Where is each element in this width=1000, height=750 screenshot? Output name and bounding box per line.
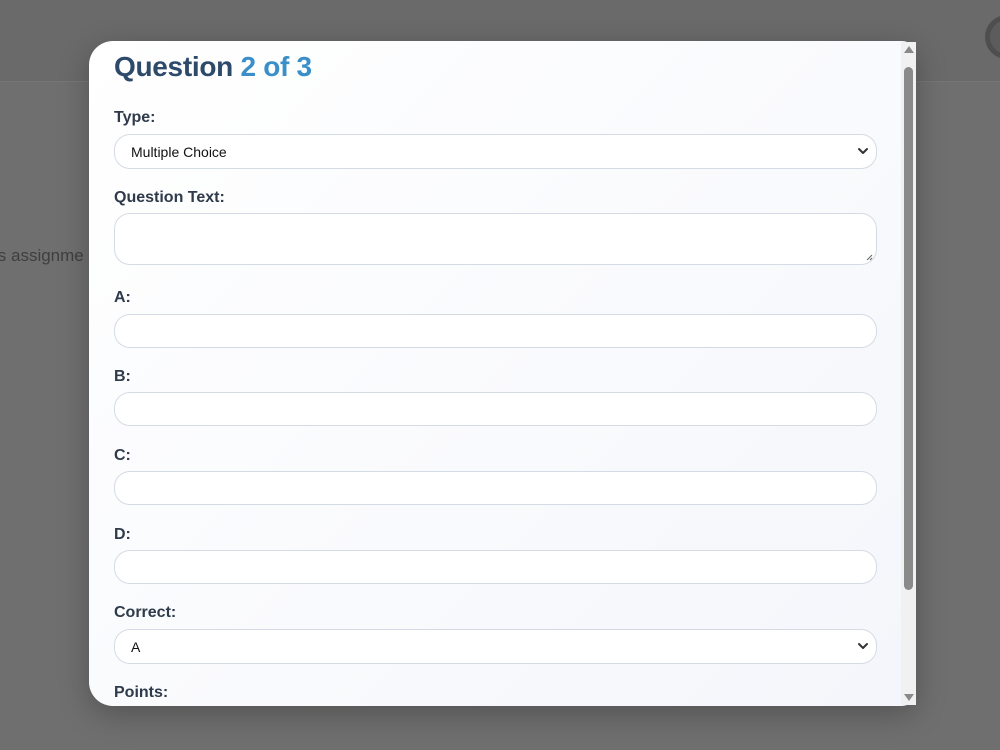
option-b-input[interactable] [114, 392, 877, 426]
chevron-down-icon [858, 148, 868, 154]
correct-label: Correct: [114, 604, 177, 621]
points-label: Points: [114, 684, 169, 701]
question-editor-modal: Question 2 of 3 Type: Multiple Choice Qu… [89, 41, 916, 706]
type-label: Type: [114, 109, 156, 126]
scroll-up-button[interactable] [901, 42, 916, 57]
option-b-label: B: [114, 368, 131, 385]
page-title: Question 2 of 3 [114, 51, 312, 83]
arrow-down-icon [903, 694, 914, 701]
modal-content: Question 2 of 3 Type: Multiple Choice Qu… [89, 41, 902, 706]
type-select[interactable]: Multiple Choice [114, 134, 877, 169]
title-of: of [263, 51, 290, 82]
scrollbar-thumb[interactable] [904, 67, 913, 590]
title-current: 2 [240, 51, 256, 82]
option-c-input[interactable] [114, 471, 877, 505]
correct-select[interactable]: A [114, 629, 877, 664]
option-d-input[interactable] [114, 550, 877, 584]
title-total: 3 [296, 51, 313, 82]
scroll-down-button[interactable] [901, 690, 916, 705]
option-d-label: D: [114, 526, 131, 543]
type-select-value: Multiple Choice [131, 143, 227, 160]
chevron-down-icon [858, 643, 868, 649]
title-prefix: Question [114, 51, 233, 82]
arrow-up-icon [903, 46, 914, 53]
correct-select-value: A [131, 638, 141, 655]
option-a-label: A: [114, 289, 131, 306]
modal-scrollbar[interactable] [901, 42, 916, 705]
background-text: ls assignme [0, 246, 84, 265]
option-c-label: C: [114, 447, 131, 464]
question-text-textarea[interactable] [114, 213, 877, 265]
option-a-input[interactable] [114, 314, 877, 348]
resize-grip-icon[interactable] [866, 254, 873, 261]
question-text-label: Question Text: [114, 189, 225, 206]
